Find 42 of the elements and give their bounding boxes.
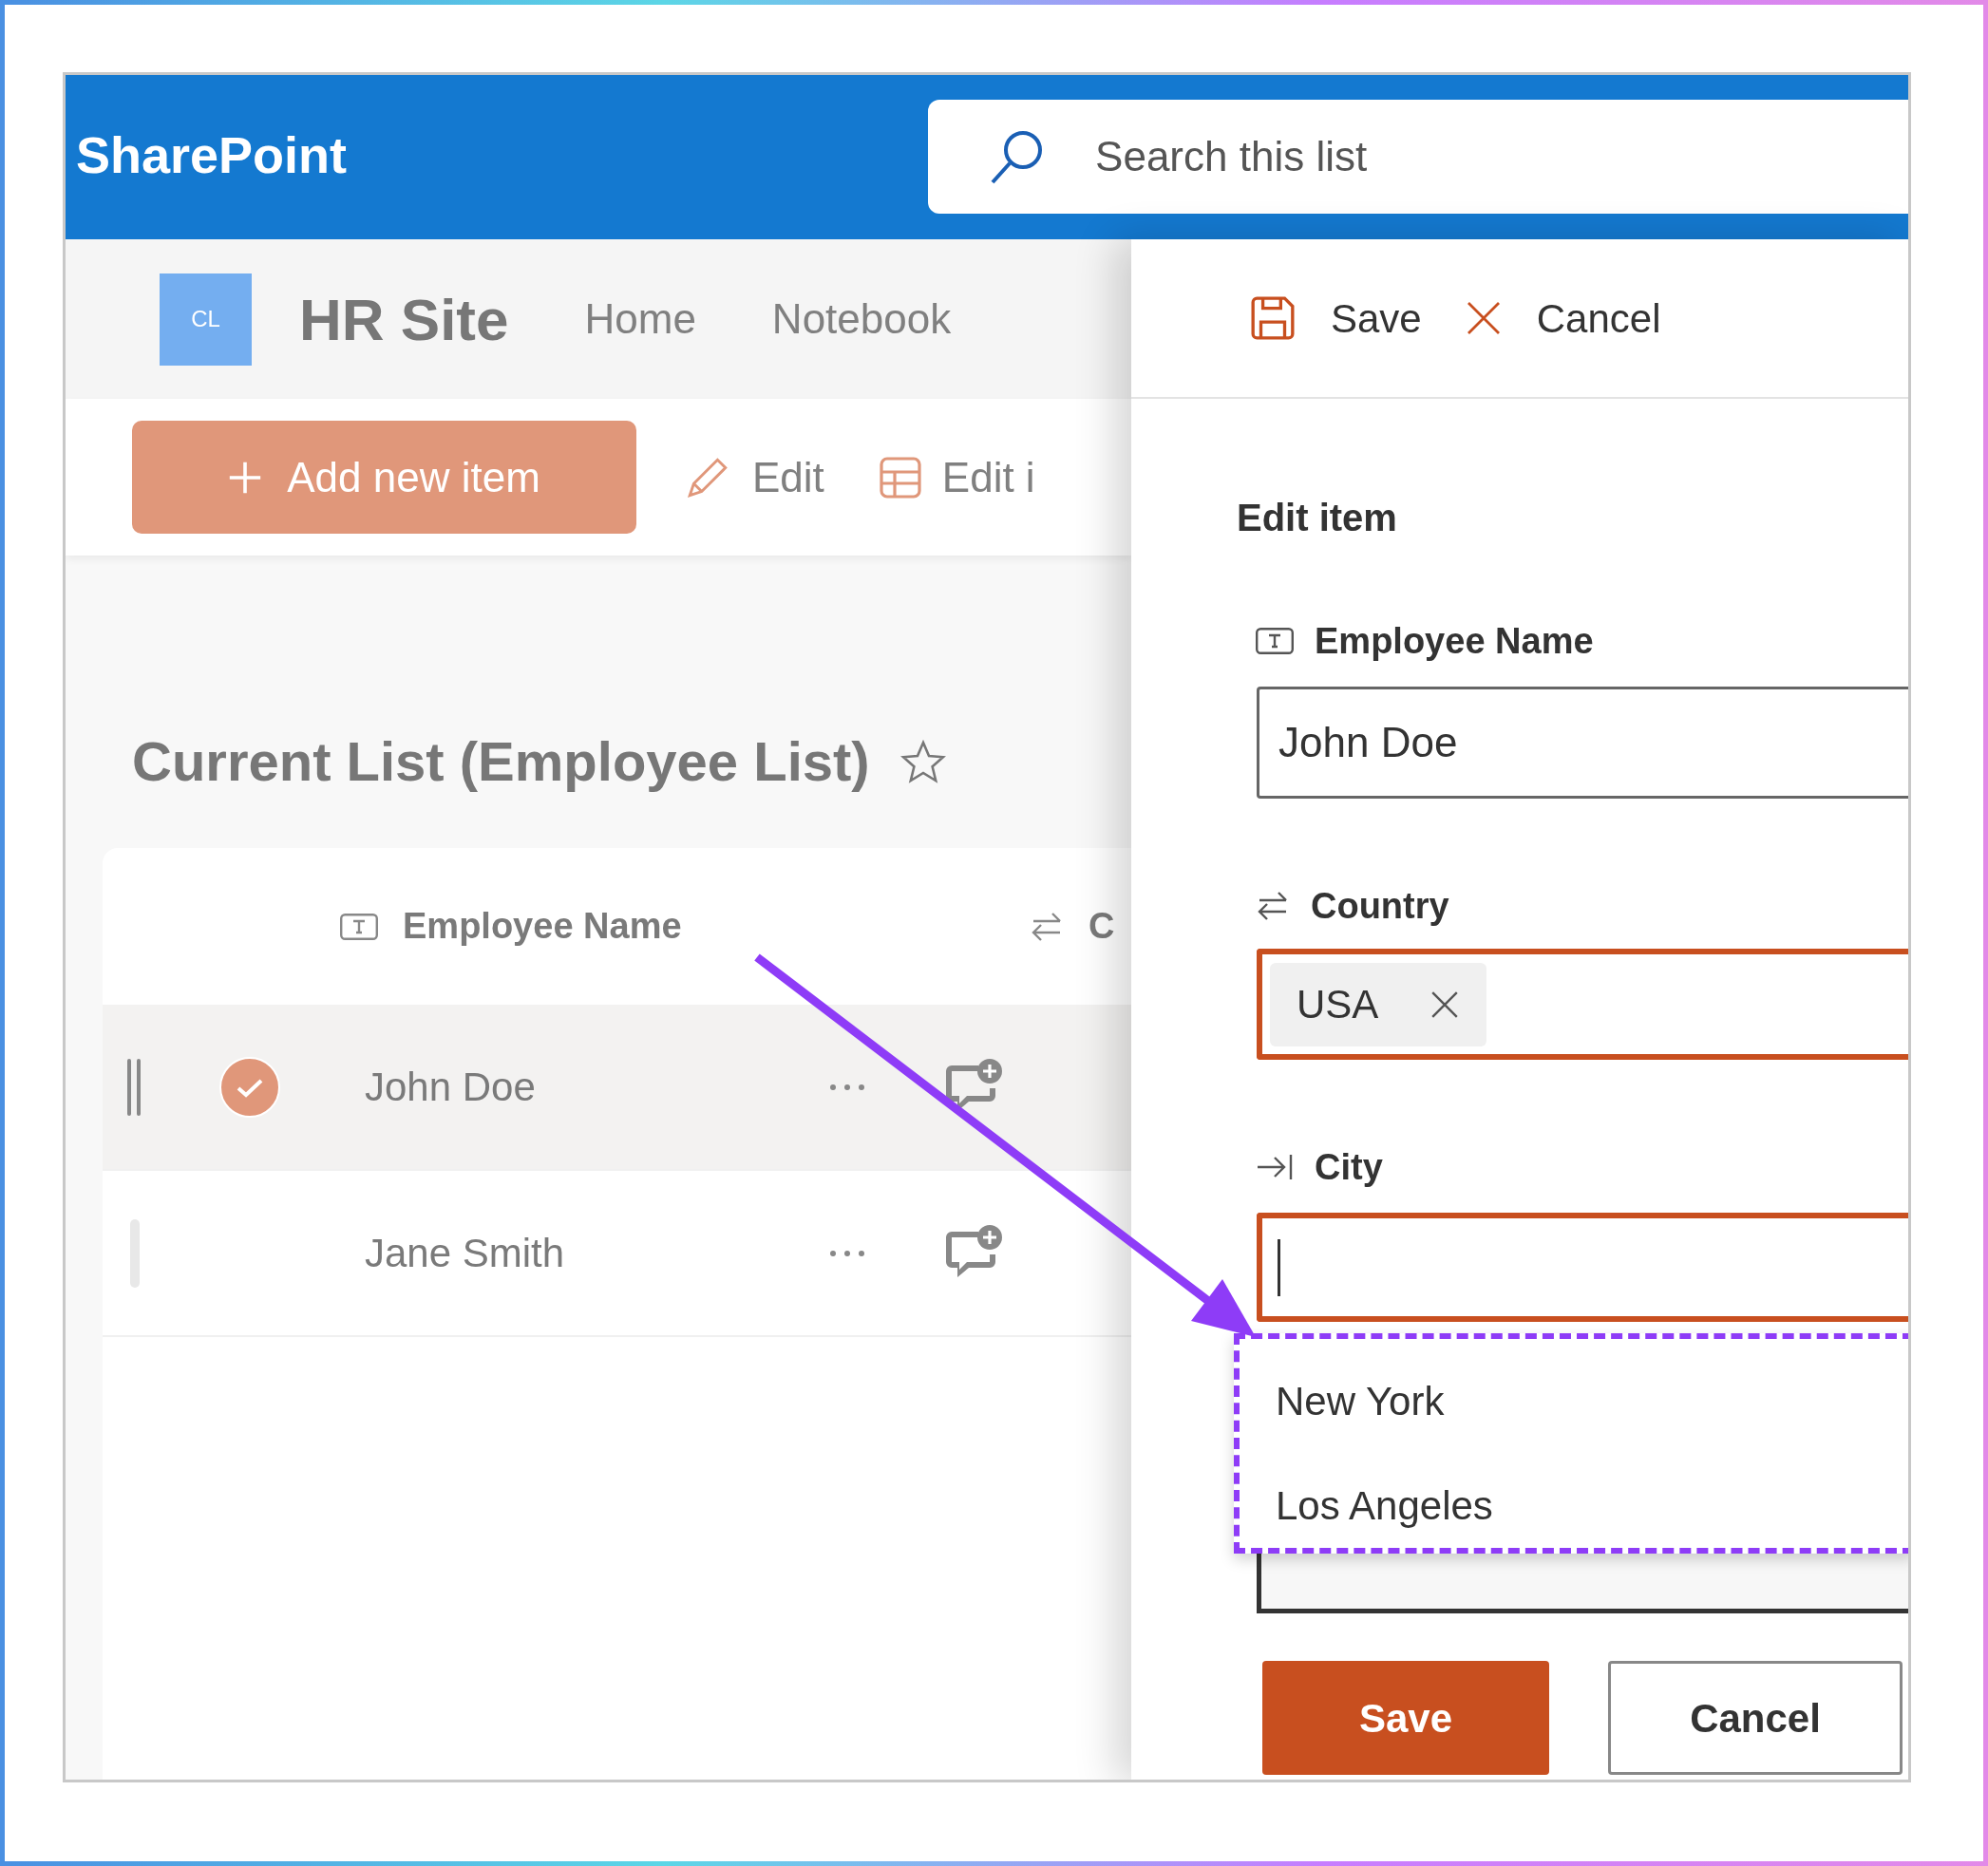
add-item-button[interactable]: Add new item <box>132 421 636 534</box>
save-icon <box>1249 294 1297 342</box>
field-label: City <box>1315 1145 1383 1189</box>
suggestion-item[interactable]: New York <box>1240 1348 1908 1453</box>
more-icon[interactable] <box>828 1082 866 1092</box>
site-title[interactable]: HR Site <box>299 274 509 364</box>
save-command[interactable]: Save <box>1249 288 1422 349</box>
list-row[interactable]: Jane Smith <box>103 1171 1131 1337</box>
input-field[interactable] <box>1257 1213 1908 1322</box>
grid-icon <box>879 456 921 499</box>
text-field-icon <box>340 913 378 940</box>
cancel-command[interactable]: Cancel <box>1464 288 1661 349</box>
plus-icon <box>228 460 263 495</box>
input-field[interactable]: John Doe <box>1257 687 1908 799</box>
nav-link[interactable]: Home <box>584 288 696 350</box>
arrow-to-bar-icon <box>1256 1153 1294 1181</box>
field-label: Employee Name <box>1315 619 1594 663</box>
list-title: Current List (Employee List) <box>132 729 870 794</box>
star-icon[interactable] <box>899 738 946 784</box>
panel-title: Edit item <box>1237 496 1397 540</box>
grid-edit-button[interactable]: Edit i <box>879 445 1035 509</box>
tag-label: USA <box>1297 981 1379 1028</box>
field-label: Country <box>1311 884 1449 928</box>
search-field[interactable]: Search this list <box>928 99 1908 214</box>
nav-link[interactable]: Notebook <box>771 288 952 350</box>
column-header[interactable]: Employee Name <box>403 899 1030 953</box>
list-row[interactable]: John Doe <box>103 1005 1131 1171</box>
more-icon[interactable] <box>828 1248 866 1258</box>
check-circle-icon[interactable] <box>218 1055 281 1119</box>
text-field-icon <box>1256 628 1294 654</box>
app-title[interactable]: SharePoint <box>76 117 348 194</box>
name-cell-text: Jane Smith <box>365 1230 566 1277</box>
tag-chip[interactable]: USA <box>1270 962 1487 1046</box>
suggestion-item[interactable]: Los Angeles <box>1240 1453 1908 1557</box>
save-button[interactable]: Save <box>1262 1661 1549 1775</box>
text-caret <box>1278 1238 1280 1296</box>
name-cell-text: John Doe <box>365 1064 537 1111</box>
edit-button[interactable]: Edit <box>684 445 824 509</box>
column-header[interactable]: C <box>1089 899 1115 953</box>
cancel-button[interactable]: Cancel <box>1608 1661 1903 1775</box>
site-logo[interactable]: CL <box>160 273 252 366</box>
input-field[interactable]: USA <box>1257 949 1908 1060</box>
